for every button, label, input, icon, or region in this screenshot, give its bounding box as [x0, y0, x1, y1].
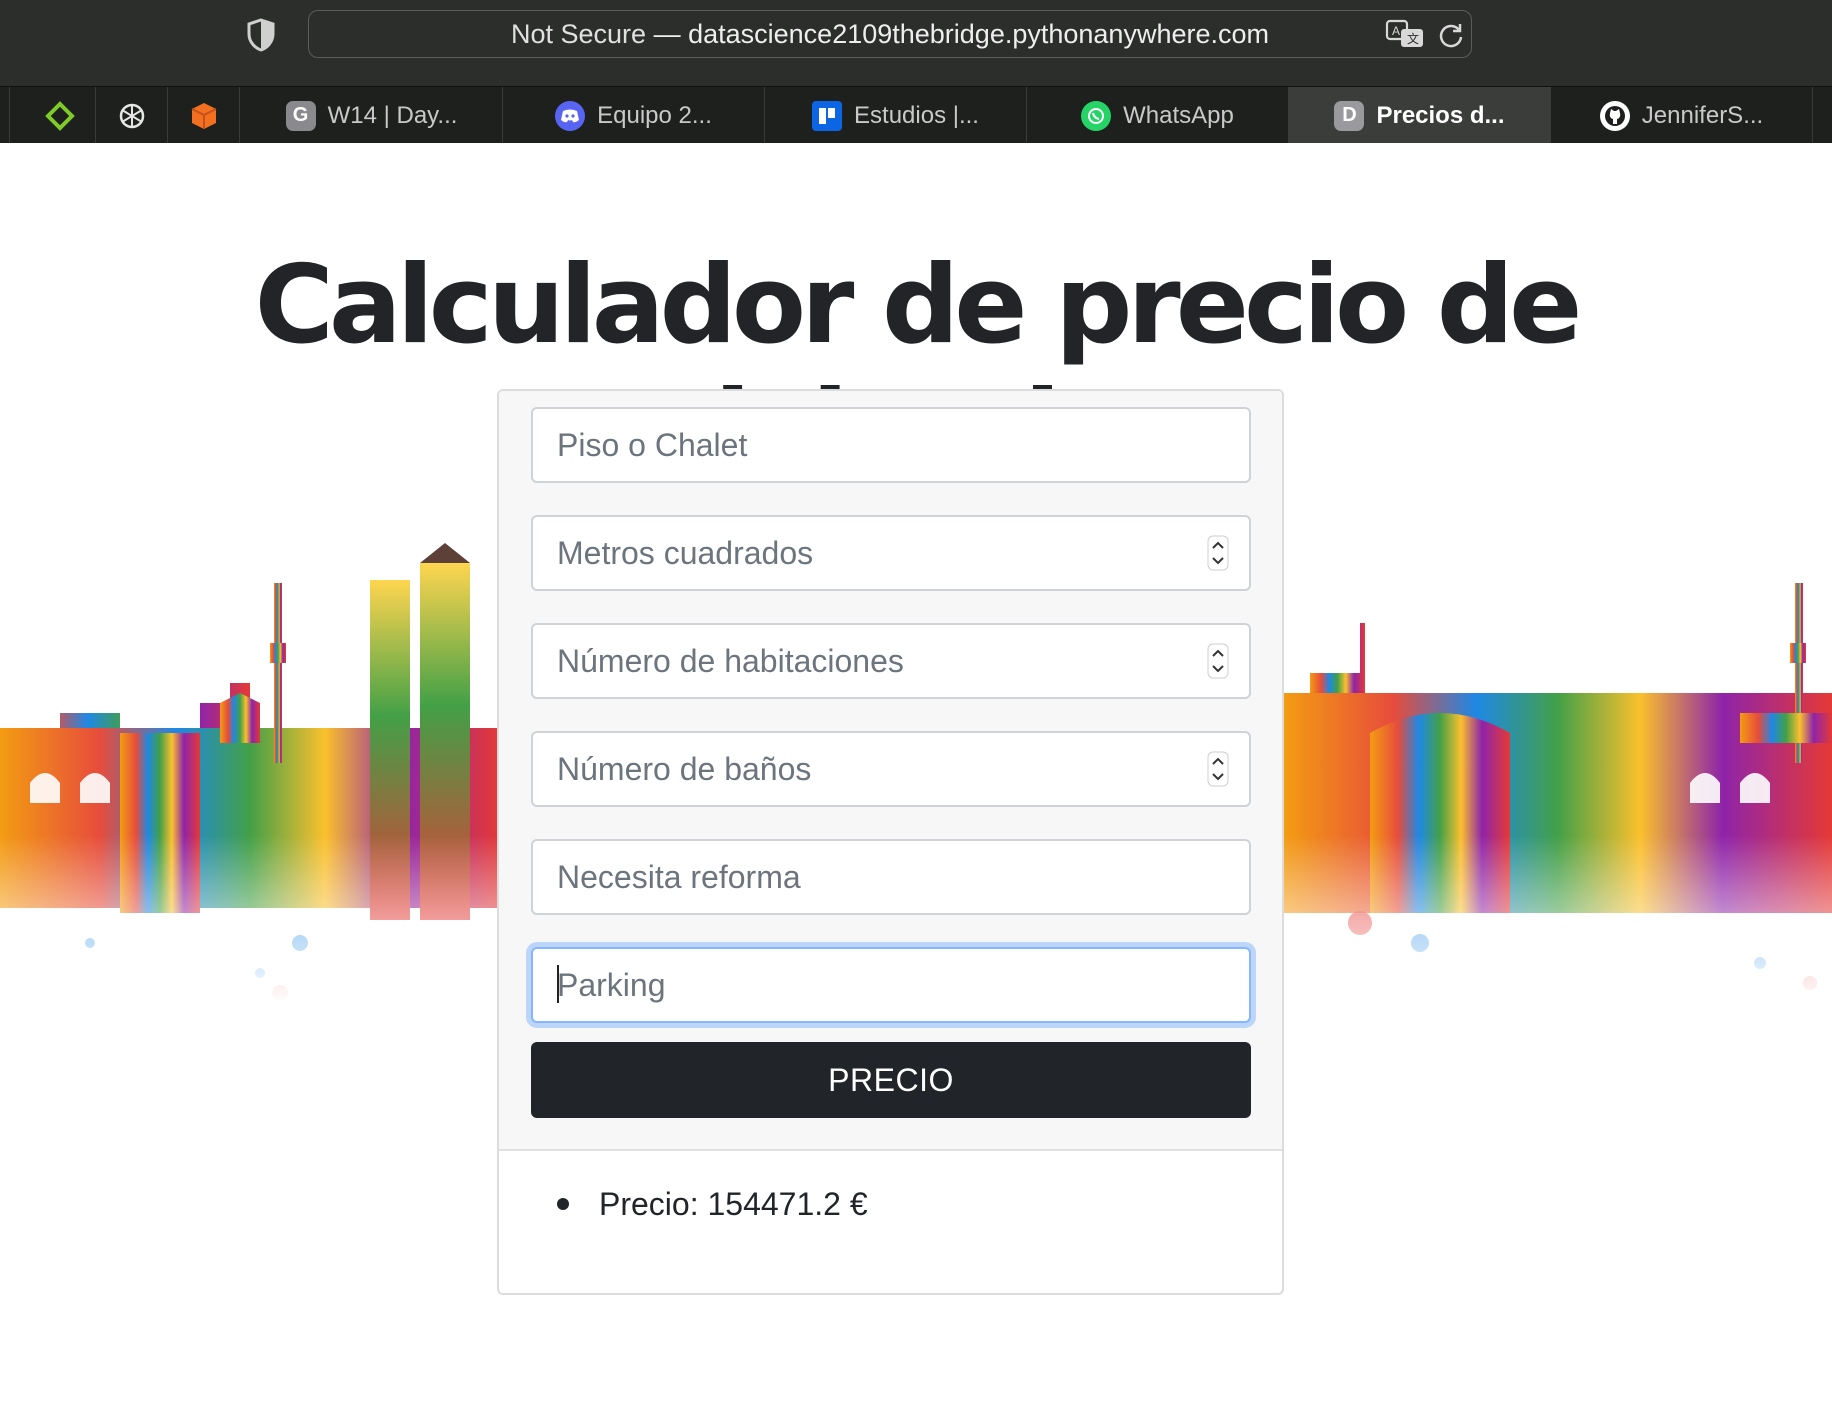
result-text: Precio: 154471.2 € [599, 1186, 868, 1222]
tab-label: Estudios |... [854, 101, 979, 129]
tab-bar: G W14 | Day... Equipo 2... Estudios |...… [0, 86, 1832, 144]
tab-overflow-edge[interactable] [1813, 87, 1832, 144]
text-caret [557, 965, 559, 1003]
page-viewport: Calculador de precio de viviendas [0, 143, 1832, 1424]
github-icon [1599, 100, 1630, 131]
tab-favicon-g: G [285, 100, 316, 131]
tab-label: Equipo 2... [597, 101, 712, 129]
tab-label: Precios d... [1376, 101, 1505, 129]
whatsapp-icon [1081, 100, 1112, 131]
pinned-tab-2[interactable] [96, 87, 168, 144]
banos-stepper-icon[interactable] [1207, 751, 1229, 787]
translate-icon[interactable]: A 文 [1385, 19, 1425, 51]
parking-input[interactable] [531, 947, 1251, 1023]
tab-w14[interactable]: G W14 | Day... [241, 87, 503, 144]
tab-github[interactable]: JenniferS... [1551, 87, 1813, 144]
security-status: Not Secure [511, 19, 647, 49]
discord-icon [555, 100, 586, 131]
habitaciones-field-wrapper [499, 623, 1282, 699]
metros-input[interactable] [531, 515, 1251, 591]
tab-estudios[interactable]: Estudios |... [765, 87, 1027, 144]
habitaciones-stepper-icon[interactable] [1207, 643, 1229, 679]
shield-icon[interactable] [246, 18, 276, 52]
tab-label: JenniferS... [1641, 101, 1764, 129]
tab-precios[interactable]: D Precios d... [1289, 87, 1551, 144]
svg-text:A: A [1392, 24, 1400, 38]
openai-icon [119, 103, 144, 128]
precio-button[interactable]: PRECIO [531, 1042, 1251, 1118]
tab-equipo[interactable]: Equipo 2... [503, 87, 765, 144]
box-app-icon [191, 102, 216, 129]
parking-field-wrapper [499, 947, 1282, 1023]
banos-field-wrapper [499, 731, 1282, 807]
pinned-tab-1[interactable] [24, 87, 96, 144]
metros-field-wrapper [499, 515, 1282, 591]
tipo-input[interactable] [531, 407, 1251, 483]
svg-text:文: 文 [1407, 31, 1419, 46]
result-list-item: Precio: 154471.2 € [557, 1186, 868, 1223]
tab-whatsapp[interactable]: WhatsApp [1027, 87, 1289, 144]
tab-label: WhatsApp [1123, 101, 1234, 129]
price-form: PRECIO [499, 391, 1282, 1151]
url-host: datascience2109thebridge.pythonanywhere.… [688, 19, 1269, 49]
diamond-app-icon [44, 100, 75, 131]
metros-stepper-icon[interactable] [1207, 535, 1229, 571]
browser-titlebar: Not Secure — datascience2109thebridge.py… [0, 0, 1832, 86]
trello-icon [812, 100, 843, 131]
url-separator: — [646, 19, 689, 49]
url-text: Not Secure — datascience2109thebridge.py… [309, 11, 1471, 57]
habitaciones-input[interactable] [531, 623, 1251, 699]
reforma-input[interactable] [531, 839, 1251, 915]
tab-label: W14 | Day... [327, 101, 458, 129]
pinned-tab-3[interactable] [168, 87, 240, 144]
address-bar[interactable]: Not Secure — datascience2109thebridge.py… [308, 10, 1472, 58]
bullet-icon [557, 1197, 569, 1210]
pinned-tab-edge[interactable] [0, 87, 10, 144]
price-form-card: PRECIO Precio: 154471.2 € [497, 389, 1284, 1295]
tab-favicon-d: D [1334, 100, 1365, 131]
reload-icon[interactable] [1437, 21, 1465, 49]
banos-input[interactable] [531, 731, 1251, 807]
